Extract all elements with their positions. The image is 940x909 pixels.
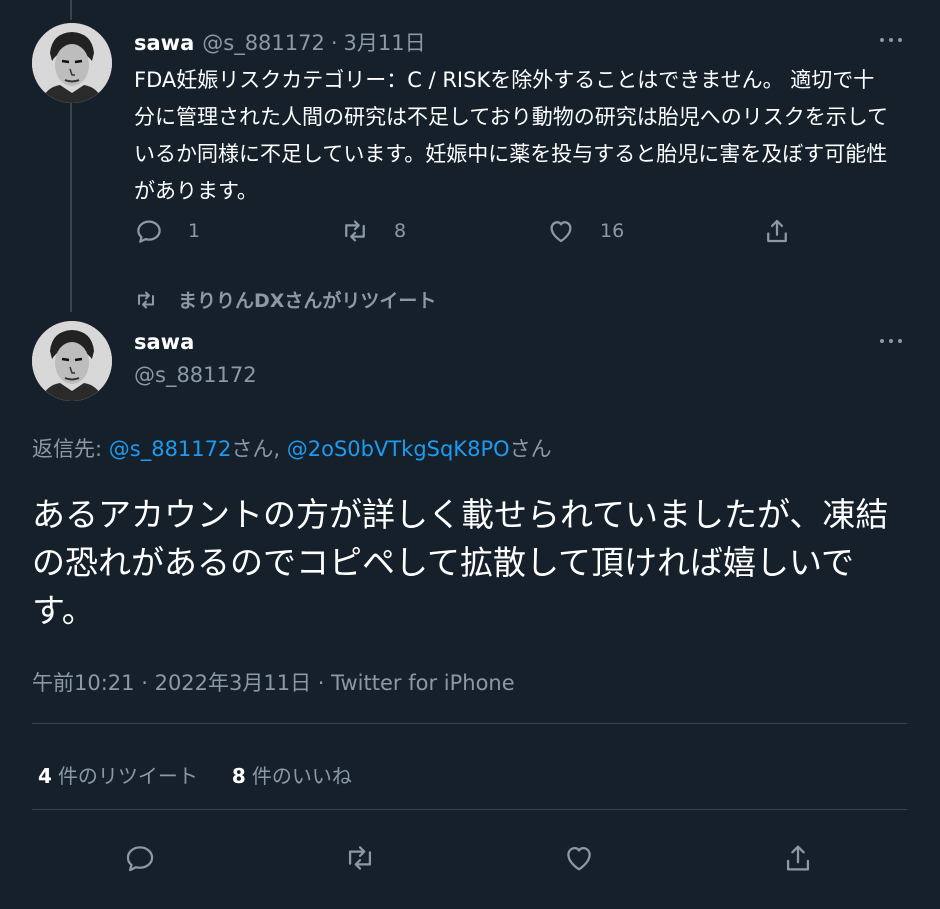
tweet-date[interactable]: 3月11日: [344, 27, 426, 57]
tweet-text: FDA妊娠リスクカテゴリー：C / RISKを除外することはできません。 適切で…: [134, 68, 889, 203]
reply-to-line: 返信先: @s_881172さん, @2oS0bVTkgSqK8POさん: [32, 433, 552, 463]
retweet-context[interactable]: まりりんDXさんがリツイート: [134, 286, 436, 313]
like-icon: [567, 846, 591, 871]
tweet-stats: 4 件のリツイート 8 件のいいね: [38, 760, 386, 789]
likes-count: 8: [231, 764, 246, 788]
divider: [32, 809, 907, 810]
tweet-time[interactable]: 午前10:21: [32, 671, 135, 695]
reply-suffix: さん: [509, 437, 552, 461]
reply-count: 1: [188, 220, 201, 242]
reply-prefix: 返信先:: [32, 437, 109, 461]
retweets-label: 件のリツイート: [57, 764, 198, 788]
more-icon: [880, 339, 884, 343]
main-tweet-actions: [0, 838, 940, 878]
avatar[interactable]: [32, 321, 112, 401]
reply-button[interactable]: [120, 838, 160, 878]
reply-user-link[interactable]: @s_881172: [109, 437, 232, 461]
likes-stat[interactable]: 8 件のいいね: [232, 760, 352, 789]
retweet-icon: [348, 846, 372, 870]
retweets-count: 4: [38, 764, 52, 788]
avatar-image: [32, 321, 112, 401]
more-button[interactable]: [876, 331, 906, 351]
retweet-context-text: まりりんDXさんがリツイート: [178, 290, 437, 312]
like-icon: [550, 221, 572, 243]
tweet-text: あるアカウントの方が詳しく載せられていましたが、凍結の恐れがあるのでコピペして拡…: [32, 495, 889, 630]
share-button[interactable]: [778, 838, 818, 878]
thread-line-top: [70, 0, 72, 20]
retweet-icon: [138, 291, 154, 308]
avatar[interactable]: [32, 23, 112, 103]
tweet-source[interactable]: Twitter for iPhone: [331, 671, 515, 695]
retweets-stat[interactable]: 4 件のリツイート: [38, 760, 198, 789]
retweet-icon: [345, 220, 365, 242]
author-name[interactable]: sawa: [134, 31, 194, 55]
tweet-actions: 1 8 16: [134, 216, 814, 256]
share-button[interactable]: [762, 216, 816, 246]
reply-user-link[interactable]: @2oS0bVTkgSqK8PO: [287, 437, 510, 461]
thread-line-connector: [70, 103, 72, 312]
tweet-header: sawa @s_881172 · 3月11日: [134, 27, 426, 57]
reply-icon: [126, 846, 154, 872]
share-icon: [786, 845, 810, 871]
author-handle[interactable]: @s_881172: [134, 363, 257, 387]
avatar-image: [32, 23, 112, 103]
reply-button[interactable]: 1: [134, 216, 200, 246]
divider: [32, 723, 907, 724]
reply-suffix: さん,: [231, 437, 287, 461]
tweet-date[interactable]: 2022年3月11日: [155, 671, 312, 695]
more-icon: [880, 38, 884, 42]
likes-label: 件のいいね: [251, 764, 352, 788]
header-separator: ·: [330, 31, 338, 55]
retweet-button[interactable]: 8: [340, 216, 406, 246]
retweet-count: 8: [394, 220, 407, 242]
retweet-button[interactable]: [340, 838, 380, 878]
author-name[interactable]: sawa: [134, 330, 194, 354]
author-handle[interactable]: @s_881172: [202, 31, 325, 55]
more-button[interactable]: [876, 30, 906, 50]
like-count: 16: [600, 220, 625, 242]
share-icon: [767, 219, 787, 243]
like-button[interactable]: 16: [546, 216, 624, 246]
like-button[interactable]: [559, 838, 599, 878]
reply-icon: [137, 220, 161, 243]
tweet-meta: 午前10:21 · 2022年3月11日 · Twitter for iPhon…: [32, 671, 515, 695]
